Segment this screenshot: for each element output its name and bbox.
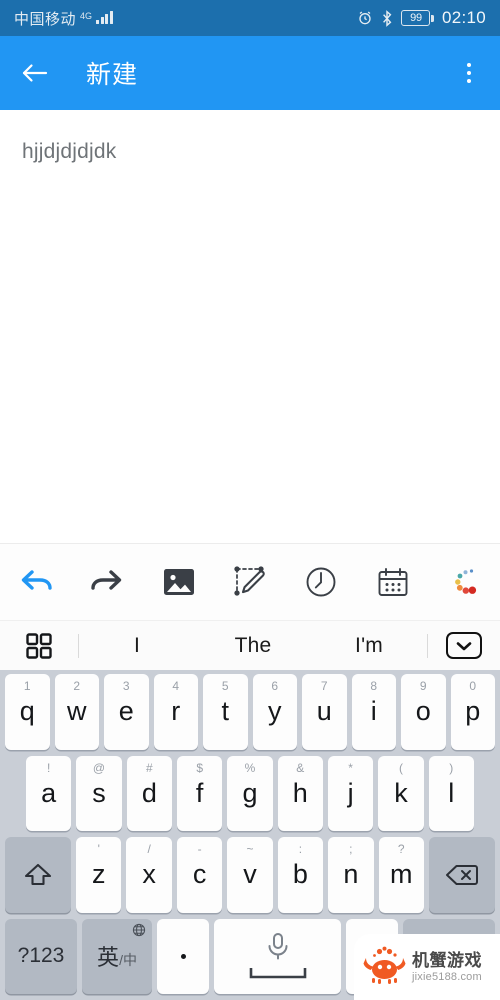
battery-icon: 99 <box>401 10 434 26</box>
undo-icon[interactable] <box>0 544 71 620</box>
key-v[interactable]: ~ v <box>227 837 273 913</box>
keyboard-row-2: ! a @ s # d $ f % g & h * j (k ) l <box>2 755 498 831</box>
bluetooth-icon <box>381 9 393 27</box>
language-switch-key[interactable]: 英/中 <box>82 918 152 994</box>
key-n[interactable]: ; n <box>328 837 374 913</box>
key-i[interactable]: 8i <box>351 674 396 750</box>
microphone-icon <box>248 932 308 980</box>
note-editor-screen: 中国移动 4G 99 02:10 新建 hjjdjdjdjdk I The I'… <box>0 0 500 1000</box>
network-type-label: 4G <box>80 10 93 21</box>
keyboard-suggestion-bar: I The I'm <box>0 620 500 670</box>
key-r[interactable]: 4r <box>153 674 198 750</box>
key-x[interactable]: / x <box>126 837 172 913</box>
apps-grid-icon[interactable] <box>0 631 78 661</box>
signal-strength-icon <box>96 10 113 24</box>
suggestion-word-3[interactable]: I'm <box>311 634 427 658</box>
crab-logo-icon <box>362 946 406 991</box>
draw-icon[interactable] <box>214 544 285 620</box>
key-o[interactable]: 9o <box>401 674 446 750</box>
key-b[interactable]: :b <box>277 837 324 913</box>
key-y[interactable]: 6y <box>252 674 297 750</box>
language-label-sub: /中 <box>119 952 137 969</box>
key-s[interactable]: @ s <box>76 755 122 831</box>
language-label-main: 英 <box>97 945 120 971</box>
key-e[interactable]: 3e <box>104 674 149 750</box>
key-p[interactable]: 0p <box>450 674 495 750</box>
alarm-clock-icon <box>357 10 373 26</box>
edit-toolbar <box>0 543 500 620</box>
key-q[interactable]: 1q <box>5 674 50 750</box>
key-d[interactable]: # d <box>126 755 172 831</box>
image-icon[interactable] <box>143 544 214 620</box>
watermark-title: 机蟹游戏 <box>412 951 482 971</box>
status-bar-right: 99 02:10 <box>357 8 486 28</box>
key-g[interactable]: % g <box>227 755 273 831</box>
shift-icon[interactable] <box>5 837 72 913</box>
clock-label: 02:10 <box>441 8 486 27</box>
overflow-menu-icon[interactable] <box>454 56 484 90</box>
space-key[interactable] <box>214 918 341 994</box>
key-k[interactable]: (k <box>378 755 424 831</box>
key-f[interactable]: $ f <box>177 755 223 831</box>
redo-icon[interactable] <box>71 544 142 620</box>
suggestion-word-2[interactable]: The <box>195 634 311 658</box>
assistant-dots-icon[interactable] <box>429 544 500 620</box>
suggestion-words: I The I'm <box>79 634 427 658</box>
key-m[interactable]: ? m <box>378 837 424 913</box>
calendar-icon[interactable] <box>357 544 428 620</box>
key-l[interactable]: ) l <box>428 755 474 831</box>
status-bar-left: 中国移动 4G <box>14 8 113 29</box>
back-arrow-icon[interactable] <box>18 56 52 90</box>
carrier-label: 中国移动 <box>14 10 77 28</box>
battery-level-label: 99 <box>410 12 422 24</box>
symbols-key[interactable]: ?123 <box>5 918 77 994</box>
key-a[interactable]: ! a <box>26 755 72 831</box>
keyboard-row-1: 1q 2w 3e 4r 5t 6y 7u 8i 9o 0p <box>2 674 498 750</box>
period-key[interactable] <box>157 918 209 994</box>
key-z[interactable]: ' z <box>76 837 122 913</box>
watermark-text: 机蟹游戏 jixie5188.com <box>412 951 482 984</box>
key-u[interactable]: 7u <box>302 674 347 750</box>
key-j[interactable]: * j <box>327 755 374 831</box>
key-c[interactable]: -c <box>176 837 223 913</box>
keyboard-row-3: ' z / x -c ~ v :b ; n ? m <box>2 837 498 913</box>
chevron-down-icon[interactable] <box>428 632 500 659</box>
clock-icon[interactable] <box>286 544 357 620</box>
globe-icon <box>132 923 146 942</box>
backspace-icon[interactable] <box>428 837 495 913</box>
page-title: 新建 <box>86 61 139 89</box>
key-t[interactable]: 5t <box>203 674 248 750</box>
key-w[interactable]: 2w <box>54 674 99 750</box>
suggestion-word-1[interactable]: I <box>79 634 195 658</box>
note-body-area[interactable]: hjjdjdjdjdk <box>0 110 500 543</box>
period-glyph <box>180 953 186 959</box>
note-text[interactable]: hjjdjdjdjdk <box>22 138 478 165</box>
key-h[interactable]: & h <box>277 755 323 831</box>
app-bar: 新建 <box>0 36 500 110</box>
watermark-url: jixie5188.com <box>412 970 482 983</box>
site-watermark: 机蟹游戏 jixie5188.com <box>354 934 500 1000</box>
status-bar: 中国移动 4G 99 02:10 <box>0 0 500 36</box>
